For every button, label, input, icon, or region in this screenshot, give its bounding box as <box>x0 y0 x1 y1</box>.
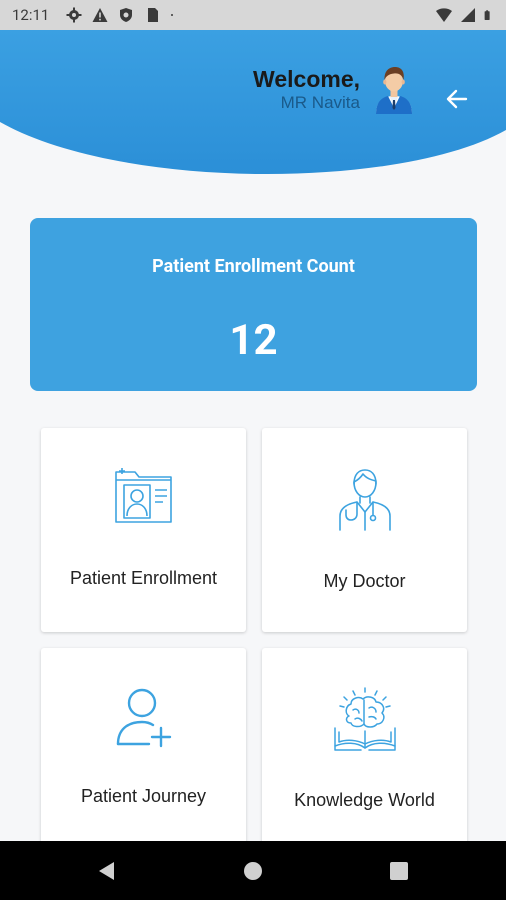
tile-patient-enrollment[interactable]: Patient Enrollment <box>41 428 246 632</box>
arrow-left-icon <box>446 89 468 109</box>
tile-label: My Doctor <box>323 571 406 591</box>
sim-card-icon <box>148 8 158 22</box>
add-user-icon <box>116 688 171 748</box>
tile-label: Knowledge World <box>294 790 435 810</box>
gear-icon <box>66 7 82 23</box>
tile-patient-journey[interactable]: Patient Journey <box>41 648 246 852</box>
tile-my-doctor[interactable]: My Doctor <box>262 428 467 632</box>
status-bar: 12:11 <box>0 0 506 30</box>
user-name: MR Navita <box>280 93 360 112</box>
welcome-title: Welcome, <box>253 66 360 92</box>
home-circle-icon[interactable] <box>241 859 265 883</box>
tile-label: Patient Enrollment <box>69 568 218 588</box>
back-button[interactable] <box>440 84 474 114</box>
enrollment-count-value: 12 <box>229 316 278 365</box>
back-triangle-icon[interactable] <box>95 859 119 883</box>
dot-icon <box>171 14 173 16</box>
header: Welcome, MR Navita <box>0 30 506 180</box>
doctor-avatar-icon <box>376 67 412 114</box>
warning-icon <box>92 8 108 22</box>
enrollment-count-label: Patient Enrollment Count <box>152 256 355 277</box>
status-time: 12:11 <box>12 6 50 24</box>
battery-icon <box>484 10 490 20</box>
brain-book-icon <box>333 687 396 751</box>
doctor-icon <box>338 469 391 531</box>
tile-knowledge-world[interactable]: Knowledge World <box>262 648 467 852</box>
patient-folder-icon <box>114 468 172 523</box>
system-nav-bar <box>0 841 506 900</box>
enrollment-count-card: Patient Enrollment Count 12 <box>30 218 477 391</box>
status-icons-right <box>436 7 494 23</box>
welcome-block: Welcome, MR Navita <box>253 65 360 113</box>
status-icons-left <box>66 7 178 23</box>
recents-square-icon[interactable] <box>387 859 411 883</box>
shield-icon <box>120 8 132 22</box>
tile-label: Patient Journey <box>80 786 207 806</box>
signal-icon <box>461 8 475 22</box>
wifi-icon <box>436 8 452 22</box>
